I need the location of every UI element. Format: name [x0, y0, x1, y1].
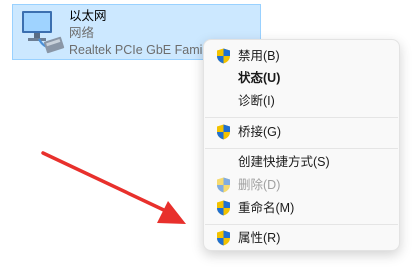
menu-item-diagnose[interactable]: 诊断(I) [208, 90, 395, 112]
uac-shield-icon [217, 48, 230, 64]
menu-separator [205, 224, 398, 225]
menu-item-label: 删除(D) [238, 178, 281, 192]
menu-item-label: 重命名(M) [238, 201, 295, 215]
menu-separator [205, 117, 398, 118]
menu-item-label: 状态(U) [238, 71, 281, 85]
uac-shield-icon [217, 124, 230, 140]
uac-shield-icon [217, 200, 230, 216]
menu-item-label: 桥接(G) [238, 125, 282, 139]
menu-item-label: 属性(R) [238, 231, 281, 245]
adapter-name: 以太网 [69, 9, 107, 23]
uac-shield-icon [217, 177, 230, 193]
context-menu: 禁用(B) 状态(U) 诊断(I) 桥接(G) 创建快捷方式(S) 删除(D) [203, 39, 400, 251]
menu-item-bridge[interactable]: 桥接(G) [208, 121, 395, 143]
menu-item-delete: 删除(D) [208, 174, 395, 196]
menu-item-disable[interactable]: 禁用(B) [208, 45, 395, 67]
menu-item-create-shortcut[interactable]: 创建快捷方式(S) [208, 151, 395, 173]
network-adapter-icon [22, 11, 65, 54]
menu-item-label: 禁用(B) [238, 49, 280, 63]
menu-item-label: 创建快捷方式(S) [238, 155, 330, 169]
menu-item-rename[interactable]: 重命名(M) [208, 197, 395, 219]
menu-separator [205, 148, 398, 149]
uac-shield-icon [217, 230, 230, 246]
menu-item-status[interactable]: 状态(U) [208, 67, 395, 89]
menu-item-label: 诊断(I) [238, 94, 275, 108]
menu-item-properties[interactable]: 属性(R) [208, 227, 395, 249]
